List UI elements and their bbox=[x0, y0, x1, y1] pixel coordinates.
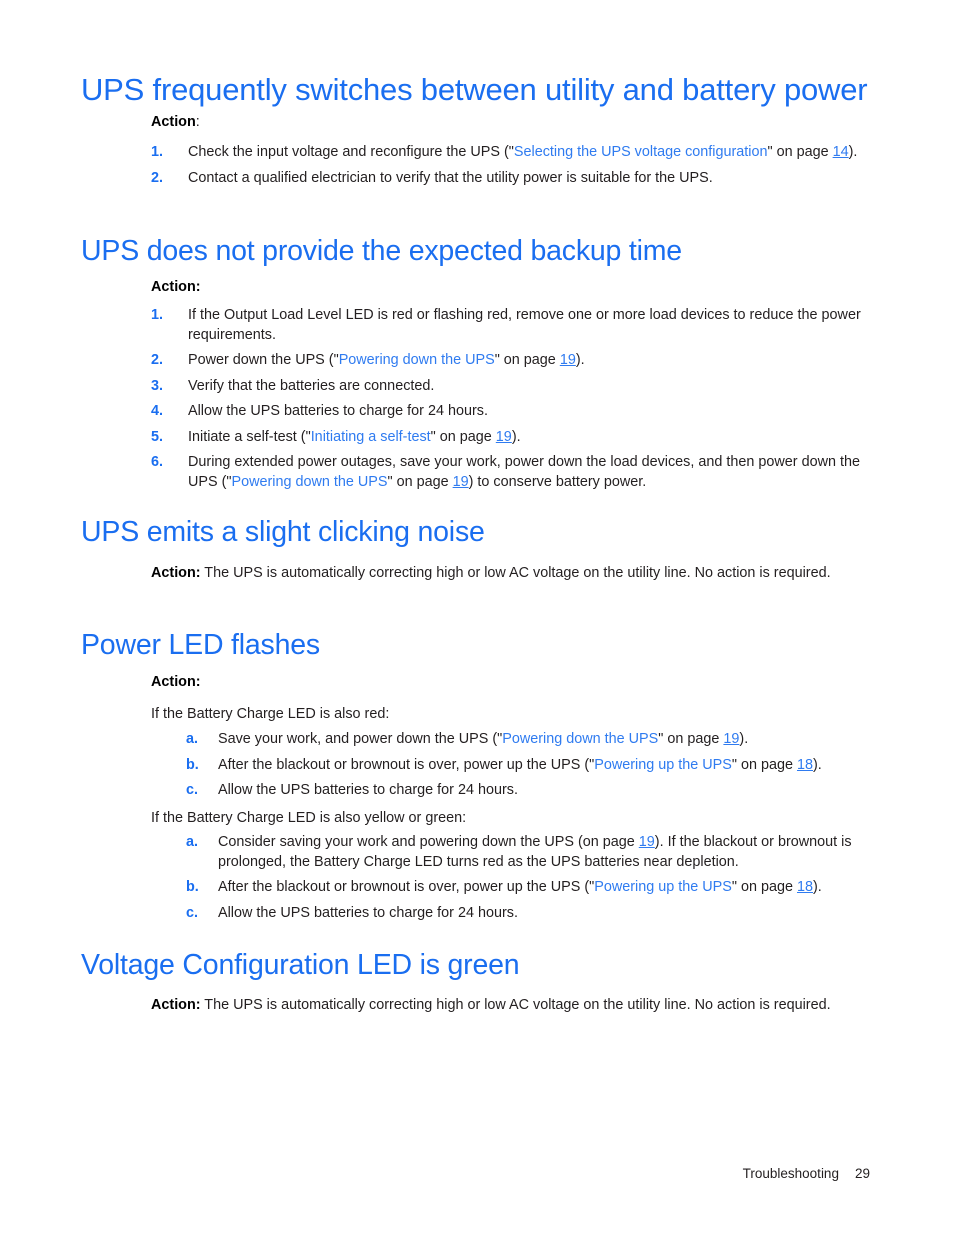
list-marker: c. bbox=[186, 782, 199, 798]
list-marker: b. bbox=[186, 879, 199, 895]
action-text: The UPS is automatically correcting high… bbox=[200, 565, 831, 581]
list-marker: 4. bbox=[151, 403, 164, 419]
action-label: Action: bbox=[151, 279, 201, 295]
list-item: 5. Initiate a self-test ("Initiating a s… bbox=[151, 428, 876, 448]
list-marker: 2. bbox=[151, 352, 164, 368]
list-item: c. Allow the UPS batteries to charge for… bbox=[186, 904, 876, 924]
list-item-text: Initiate a self-test ("Initiating a self… bbox=[188, 428, 521, 445]
xref-link-powering-down-the-ups[interactable]: Powering down the UPS bbox=[339, 352, 495, 368]
list-item-text: Allow the UPS batteries to charge for 24… bbox=[218, 904, 518, 921]
numbered-list-section-1: 1. Check the input voltage and reconfigu… bbox=[151, 143, 876, 188]
group-lead-yellow-green: If the Battery Charge LED is also yellow… bbox=[151, 810, 467, 826]
list-item-text: During extended power outages, save your… bbox=[188, 454, 860, 490]
action-label-block-2: Action: bbox=[151, 278, 876, 298]
xref-page-number[interactable]: 14 bbox=[833, 144, 849, 160]
list-marker: c. bbox=[186, 904, 199, 921]
list-item: a. Save your work, and power down the UP… bbox=[186, 730, 876, 750]
section-heading: Voltage Configuration LED is green bbox=[81, 949, 520, 981]
section-heading: Power LED flashes bbox=[81, 629, 320, 661]
list-marker: 6. bbox=[151, 454, 164, 470]
action-label-block-4: Action: bbox=[151, 673, 876, 693]
action-label: Action: bbox=[151, 565, 201, 581]
xref-link-powering-up-the-ups[interactable]: Powering up the UPS bbox=[594, 879, 732, 895]
list-item-text: Verify that the batteries are connected. bbox=[188, 377, 435, 394]
xref-link-initiating-a-self-test[interactable]: Initiating a self-test bbox=[311, 429, 431, 445]
list-item-text: Allow the UPS batteries to charge for 24… bbox=[218, 782, 518, 798]
action-paragraph-voltage-config: Action: The UPS is automatically correct… bbox=[151, 996, 851, 1016]
section-heading: UPS emits a slight clicking noise bbox=[81, 516, 485, 548]
list-item-text: If the Output Load Level LED is red or f… bbox=[188, 307, 861, 343]
list-item-text: After the blackout or brownout is over, … bbox=[218, 756, 822, 773]
list-item-text: After the blackout or brownout is over, … bbox=[218, 879, 822, 895]
page-footer: Troubleshooting 29 bbox=[0, 1165, 954, 1183]
xref-link-selecting-ups-voltage-configuration[interactable]: Selecting the UPS voltage configuration bbox=[514, 144, 768, 160]
list-marker: 5. bbox=[151, 428, 164, 445]
action-paragraph-clicking-noise: Action: The UPS is automatically correct… bbox=[151, 564, 851, 584]
xref-link-powering-down-the-ups[interactable]: Powering down the UPS bbox=[502, 731, 658, 747]
lettered-list-yellow-green: a. Consider saving your work and powerin… bbox=[186, 833, 876, 923]
action-text: The UPS is automatically correcting high… bbox=[200, 997, 831, 1013]
section-ups-emits-clicking-noise: UPS emits a slight clicking noise bbox=[81, 513, 881, 551]
list-item: c. Allow the UPS batteries to charge for… bbox=[186, 781, 876, 801]
section-ups-frequently-switches: UPS frequently switches between utility … bbox=[81, 70, 881, 110]
action-label: Action: bbox=[151, 674, 201, 690]
list-marker: b. bbox=[186, 756, 199, 773]
section-voltage-configuration-led-green: Voltage Configuration LED is green bbox=[81, 946, 881, 984]
xref-page-number[interactable]: 19 bbox=[453, 474, 469, 490]
list-item: 2. Power down the UPS ("Powering down th… bbox=[151, 351, 876, 371]
xref-page-number[interactable]: 19 bbox=[560, 352, 576, 368]
list-marker: a. bbox=[186, 834, 199, 850]
list-item: b. After the blackout or brownout is ove… bbox=[186, 878, 876, 898]
list-item-text: Power down the UPS ("Powering down the U… bbox=[188, 352, 585, 368]
xref-link-powering-down-the-ups[interactable]: Powering down the UPS bbox=[232, 474, 388, 490]
list-marker: 1. bbox=[151, 144, 164, 160]
xref-page-number[interactable]: 19 bbox=[723, 731, 739, 747]
group-lead-red: If the Battery Charge LED is also red: bbox=[151, 706, 390, 722]
list-item: 3. Verify that the batteries are connect… bbox=[151, 377, 876, 397]
section-heading: UPS does not provide the expected backup… bbox=[81, 235, 682, 267]
footer-chapter: Troubleshooting bbox=[742, 1166, 839, 1181]
list-item: 2. Contact a qualified electrician to ve… bbox=[151, 169, 876, 189]
xref-link-powering-up-the-ups[interactable]: Powering up the UPS bbox=[594, 757, 732, 773]
xref-page-number[interactable]: 18 bbox=[797, 757, 813, 773]
list-marker: a. bbox=[186, 731, 199, 747]
numbered-list-section-2: 1. If the Output Load Level LED is red o… bbox=[151, 306, 876, 492]
action-label: Action: bbox=[151, 997, 201, 1013]
list-item: 1. If the Output Load Level LED is red o… bbox=[151, 306, 876, 345]
list-marker: 3. bbox=[151, 377, 164, 394]
list-item-text: Check the input voltage and reconfigure … bbox=[188, 144, 858, 160]
list-item: 4. Allow the UPS batteries to charge for… bbox=[151, 402, 876, 422]
list-item: 6. During extended power outages, save y… bbox=[151, 453, 876, 492]
xref-page-number[interactable]: 19 bbox=[496, 429, 512, 445]
list-item: a. Consider saving your work and powerin… bbox=[186, 833, 876, 872]
xref-page-number[interactable]: 19 bbox=[639, 834, 655, 850]
page-title: UPS frequently switches between utility … bbox=[81, 72, 868, 107]
list-item: b. After the blackout or brownout is ove… bbox=[186, 756, 876, 776]
list-item-text: Allow the UPS batteries to charge for 24… bbox=[188, 403, 488, 419]
list-marker: 2. bbox=[151, 169, 164, 186]
action-label-block-1: Action: bbox=[151, 113, 876, 133]
section-power-led-flashes: Power LED flashes bbox=[81, 626, 881, 664]
action-colon: : bbox=[195, 114, 200, 130]
xref-page-number[interactable]: 18 bbox=[797, 879, 813, 895]
list-item: 1. Check the input voltage and reconfigu… bbox=[151, 143, 876, 163]
footer-page-number: 29 bbox=[854, 1166, 870, 1181]
list-item-text: Contact a qualified electrician to verif… bbox=[188, 169, 713, 186]
lettered-list-red: a. Save your work, and power down the UP… bbox=[186, 730, 876, 801]
document-page: UPS frequently switches between utility … bbox=[0, 0, 954, 1235]
section-ups-does-not-provide-backup-time: UPS does not provide the expected backup… bbox=[81, 232, 881, 270]
list-item-text: Save your work, and power down the UPS (… bbox=[218, 731, 749, 747]
list-marker: 1. bbox=[151, 307, 164, 323]
list-item-text: Consider saving your work and powering d… bbox=[218, 834, 852, 870]
action-label: Action bbox=[151, 114, 196, 130]
